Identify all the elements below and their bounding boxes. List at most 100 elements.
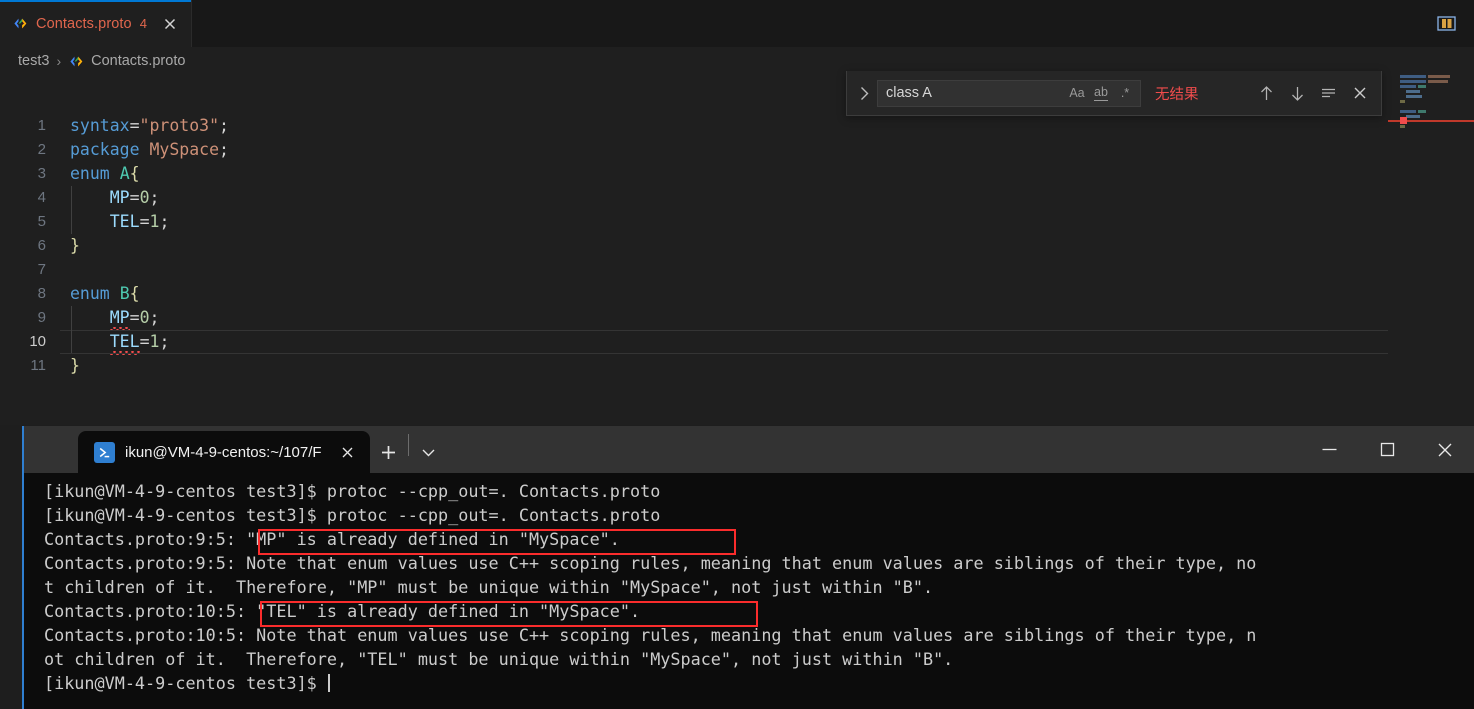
code-token: ; xyxy=(159,332,170,351)
breadcrumb-file[interactable]: Contacts.proto xyxy=(91,53,185,69)
close-icon[interactable] xyxy=(1416,426,1474,473)
arrow-up-icon[interactable] xyxy=(1255,82,1278,105)
find-result-count: 无结果 xyxy=(1155,86,1199,103)
minimap-error-dot xyxy=(1400,117,1407,124)
code-line[interactable]: 5 TEL=1; xyxy=(0,210,1474,234)
match-case-icon[interactable]: Aa xyxy=(1065,82,1089,104)
windows-terminal-window: ikun@VM-4-9-centos:~/107/F [ikun@VM-4-9-… xyxy=(22,426,1474,709)
code-line[interactable]: 6} xyxy=(0,234,1474,258)
terminal-title-bar[interactable]: ikun@VM-4-9-centos:~/107/F xyxy=(24,426,1474,473)
code-line-text: TEL=1; xyxy=(46,330,170,354)
plus-icon[interactable] xyxy=(370,431,408,473)
code-editor-surface[interactable]: 1 syntax="proto3"; 2 package MySpace; 3 enum … xyxy=(0,75,1474,425)
code-line[interactable]: 3 enum A{ xyxy=(0,162,1474,186)
chevron-right-icon: › xyxy=(56,53,62,69)
terminal-line: ot children of it. Therefore, "TEL" must… xyxy=(44,649,954,669)
line-number: 10 xyxy=(29,333,46,350)
close-icon[interactable] xyxy=(1348,82,1371,105)
search-input[interactable]: class A xyxy=(886,85,1065,101)
code-token: ; xyxy=(219,116,229,135)
terminal-line: Contacts.proto:10:5: Note that enum valu… xyxy=(44,625,1257,645)
minimap-line xyxy=(1406,95,1422,98)
code-line-text: } xyxy=(46,354,80,378)
line-number: 9 xyxy=(37,309,46,326)
code-token: enum xyxy=(70,284,110,303)
minimap-line xyxy=(1400,125,1405,128)
chevron-right-icon[interactable] xyxy=(853,71,875,115)
close-icon[interactable] xyxy=(160,14,180,34)
minimap-line xyxy=(1428,80,1448,83)
powershell-icon xyxy=(94,441,115,463)
code-line[interactable]: 9 MP=0; xyxy=(0,306,1474,330)
code-line[interactable]: 11} xyxy=(0,354,1474,378)
line-number: 3 xyxy=(37,165,46,182)
find-in-selection-icon[interactable] xyxy=(1317,82,1340,105)
breadcrumb-folder[interactable]: test3 xyxy=(18,53,49,69)
code-token: "proto3" xyxy=(139,116,220,135)
code-line[interactable]: 7 xyxy=(0,258,1474,282)
line-number: 5 xyxy=(37,213,46,230)
editor-minimap[interactable] xyxy=(1388,75,1474,425)
minimap-line xyxy=(1400,85,1416,88)
find-widget[interactable]: class A Aa ab .* 无结果 xyxy=(846,71,1382,116)
minimap-line xyxy=(1400,80,1426,83)
minimap-line xyxy=(1400,75,1426,78)
editor-tab-badge: 4 xyxy=(139,16,147,31)
terminal-line: [ikun@VM-4-9-centos test3]$ protoc --cpp… xyxy=(44,481,661,501)
code-token: ; xyxy=(149,188,160,207)
code-token: MP xyxy=(109,188,130,207)
terminal-tab[interactable]: ikun@VM-4-9-centos:~/107/F xyxy=(78,431,370,473)
code-token: ; xyxy=(159,212,170,231)
arrow-down-icon[interactable] xyxy=(1286,82,1309,105)
editor-tab-contacts-proto[interactable]: Contacts.proto 4 xyxy=(0,0,192,47)
terminal-line: [ikun@VM-4-9-centos test3]$ xyxy=(44,671,1474,695)
code-token: 1 xyxy=(149,332,160,351)
line-number: 8 xyxy=(37,285,46,302)
code-token: 0 xyxy=(139,188,150,207)
terminal-output[interactable]: [ikun@VM-4-9-centos test3]$ protoc --cpp… xyxy=(24,473,1474,709)
minimap-line xyxy=(1406,90,1420,93)
code-token: 0 xyxy=(139,308,150,327)
code-line-text: syntax="proto3"; xyxy=(46,114,229,138)
code-token: = xyxy=(129,116,140,135)
code-line[interactable]: 2 package MySpace; xyxy=(0,138,1474,162)
minimize-icon[interactable] xyxy=(1300,426,1358,473)
toggle-panel-icon[interactable] xyxy=(1434,12,1458,34)
terminal-tab-title: ikun@VM-4-9-centos:~/107/F xyxy=(125,443,322,461)
find-input-wrapper[interactable]: class A Aa ab .* xyxy=(877,79,1141,107)
line-number: 11 xyxy=(30,357,46,374)
code-token: = xyxy=(129,188,140,207)
code-line[interactable]: 10 TEL=1; xyxy=(0,330,1474,354)
line-number: 2 xyxy=(37,141,46,158)
code-token: syntax xyxy=(70,116,130,135)
code-token: B xyxy=(119,284,130,303)
close-icon[interactable] xyxy=(336,440,360,464)
code-line[interactable]: 4 MP=0; xyxy=(0,186,1474,210)
code-token: { xyxy=(129,284,140,303)
code-line[interactable]: 1 syntax="proto3"; xyxy=(0,114,1474,138)
terminal-line: Contacts.proto:10:5: "TEL" is already de… xyxy=(44,601,641,621)
line-number: 6 xyxy=(37,237,46,254)
whole-word-icon[interactable]: ab xyxy=(1089,82,1113,104)
maximize-icon[interactable] xyxy=(1358,426,1416,473)
code-line[interactable]: 8 enum B{ xyxy=(0,282,1474,306)
code-token: enum xyxy=(70,164,110,183)
editor-tab-bar: Contacts.proto 4 xyxy=(0,0,1474,47)
minimap-line xyxy=(1400,100,1405,103)
chevron-down-icon[interactable] xyxy=(409,431,449,473)
proto-file-icon xyxy=(12,15,29,32)
code-token: package xyxy=(70,140,140,159)
app-window: Contacts.proto 4 test3 › Contacts.proto … xyxy=(0,0,1474,709)
editor-tab-label: Contacts.proto xyxy=(36,15,132,32)
line-number: 7 xyxy=(37,261,46,278)
minimap-line xyxy=(1418,85,1426,88)
regex-icon[interactable]: .* xyxy=(1113,82,1137,104)
line-number: 1 xyxy=(37,117,46,134)
